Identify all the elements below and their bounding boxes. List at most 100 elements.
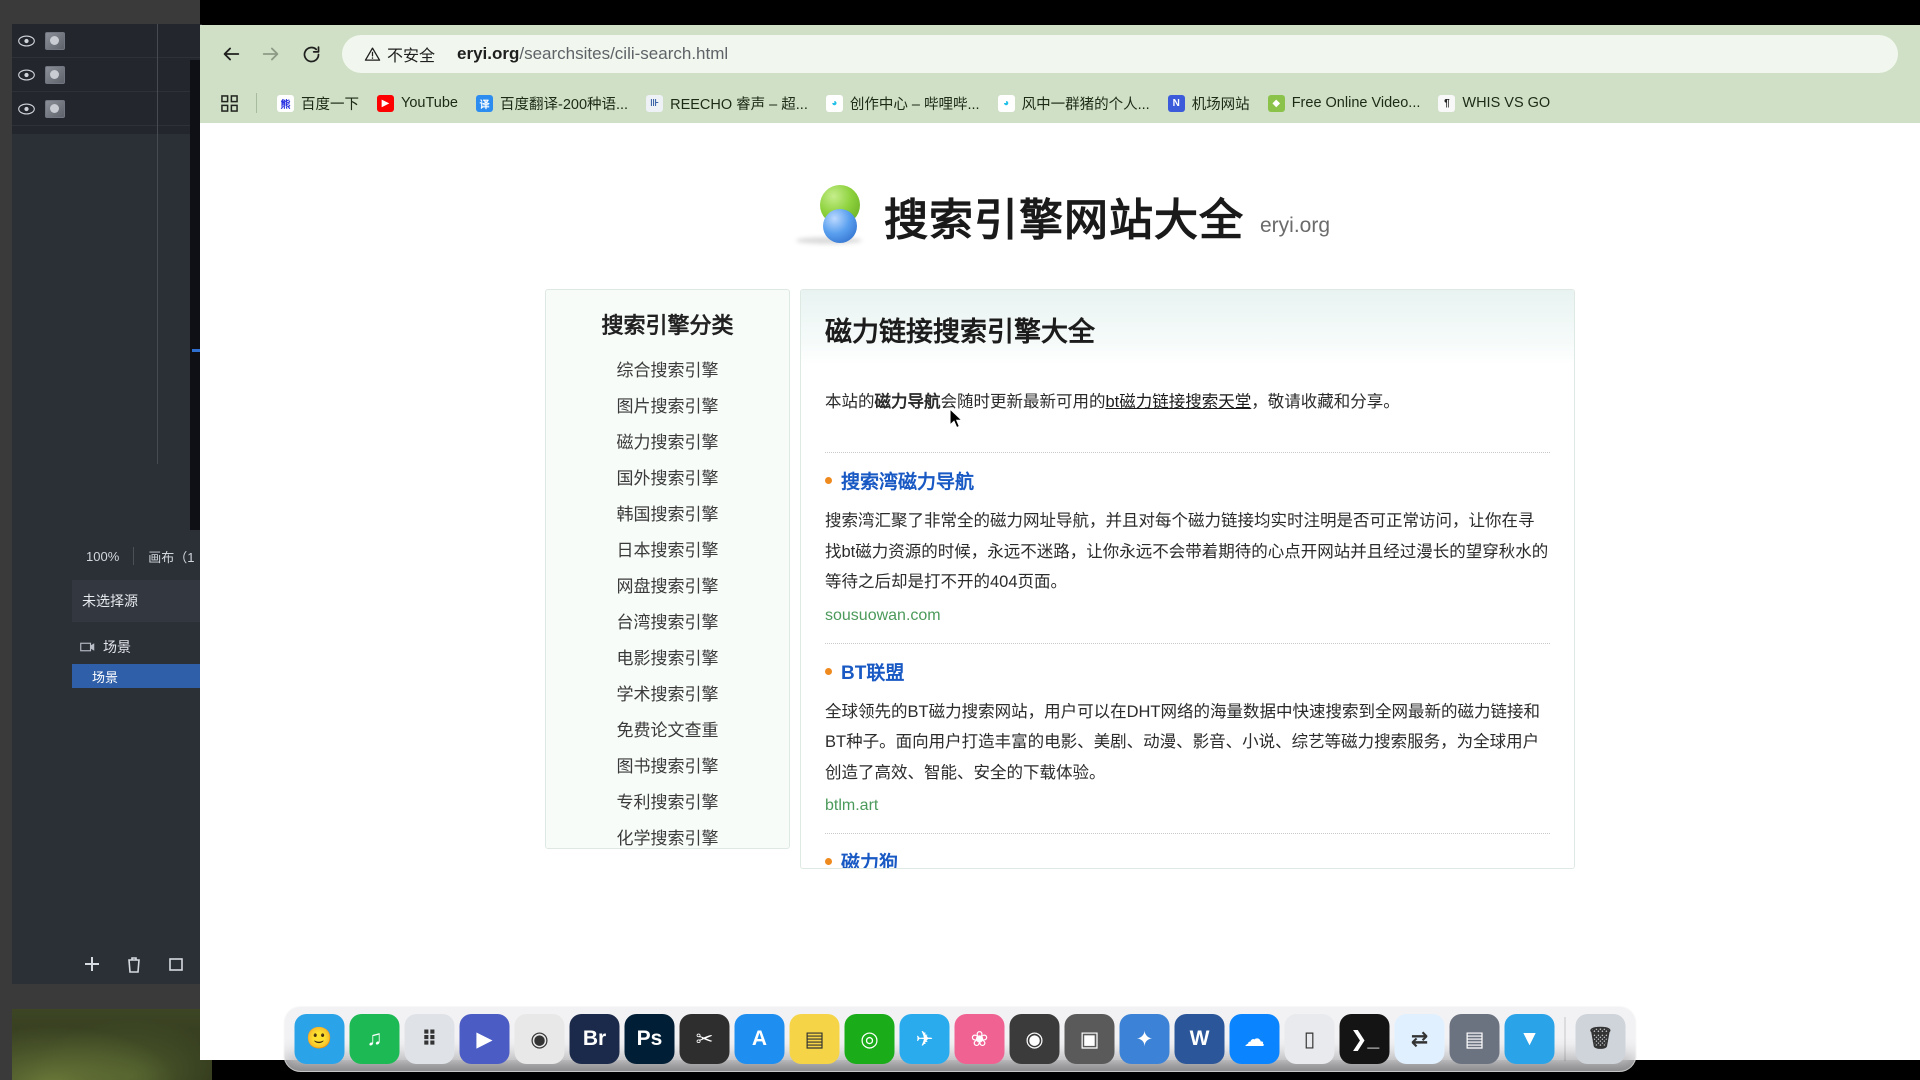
entry-domain-link[interactable]: sousuowan.com — [825, 607, 941, 625]
eye-icon[interactable] — [18, 102, 35, 115]
content-body: 本站的磁力导航会随时更新最新可用的bt磁力链接搜索天堂，敬请收藏和分享。 搜索湾… — [801, 365, 1574, 868]
obs-source-row[interactable] — [12, 92, 202, 126]
sidebar-item-2[interactable]: 图片搜索引擎 — [546, 386, 789, 422]
back-button[interactable] — [214, 37, 248, 71]
dock-icon-obs-studio[interactable]: ◉ — [1009, 1014, 1060, 1064]
intro-paragraph: 本站的磁力导航会随时更新最新可用的bt磁力链接搜索天堂，敬请收藏和分享。 — [825, 365, 1550, 434]
wallpaper-strip — [12, 1009, 212, 1080]
dock-icon-trash[interactable]: 🗑 — [1575, 1014, 1626, 1064]
intro-part2: 会随时更新最新可用的 — [940, 393, 1106, 411]
sidebar-item-1[interactable]: 综合搜索引擎 — [546, 350, 789, 386]
warning-triangle-icon — [364, 46, 381, 61]
entry-domain-link[interactable]: btlm.art — [825, 797, 878, 815]
bookmark-label: 风中一群猪的个人... — [1021, 96, 1150, 113]
dock-icon-screenshot[interactable]: ▤ — [1449, 1014, 1500, 1064]
bullet-icon — [825, 477, 832, 485]
obs-source-row[interactable] — [12, 24, 202, 58]
bookmark-label: Free Online Video... — [1291, 95, 1421, 111]
screen: 100% 画布（1 未选择源 场景 场景 不安全 eryi.org/search… — [0, 0, 1920, 1080]
dock-icon-camera[interactable]: ▣ — [1064, 1014, 1115, 1064]
bookmark-item[interactable]: ¶ WHIS VS GO — [1430, 89, 1558, 117]
sidebar-item-10[interactable]: 学术搜索引擎 — [546, 674, 789, 710]
obs-source-row[interactable] — [12, 58, 202, 92]
entry-list: 搜索湾磁力导航 搜索湾汇聚了非常全的磁力网址导航，并且对每个磁力链接均实时注明是否… — [825, 434, 1550, 868]
dock-icon-telegram[interactable]: ✈ — [899, 1014, 950, 1064]
eye-icon[interactable] — [18, 34, 35, 47]
eye-icon[interactable] — [18, 68, 35, 81]
bookmark-item[interactable]: 熊百度一下 — [269, 89, 367, 117]
sidebar-item-9[interactable]: 电影搜索引擎 — [546, 638, 789, 674]
dock-icon-terminal[interactable]: ❯_ — [1339, 1014, 1390, 1064]
bookmark-item[interactable]: 译百度翻译-200种语... — [468, 89, 636, 117]
dock-divider — [1564, 1017, 1566, 1061]
bookmark-item[interactable]: ◕ 创作中心 – 哔哩哔... — [818, 89, 988, 117]
dock-icon-notes[interactable]: ▤ — [789, 1014, 840, 1064]
dock-icon-word[interactable]: W — [1174, 1014, 1225, 1064]
address-bar[interactable]: 不安全 eryi.org/searchsites/cili-search.htm… — [342, 35, 1898, 73]
dock-icon-launchpad[interactable]: ⠿ — [404, 1014, 455, 1064]
dock-icon-photoshop[interactable]: Ps — [624, 1014, 675, 1064]
url-text[interactable]: eryi.org/searchsites/cili-search.html — [457, 44, 728, 64]
dock-icon-movist[interactable]: ▶ — [459, 1014, 510, 1064]
entry-divider — [825, 642, 1550, 644]
dock-icon-chrome[interactable]: ◉ — [514, 1014, 565, 1064]
sidebar-item-4[interactable]: 国外搜索引擎 — [546, 458, 789, 494]
dock-icon-downloads[interactable]: ▼ — [1504, 1014, 1555, 1064]
dock-icon-onedrive[interactable]: ☁ — [1229, 1014, 1280, 1064]
security-status-label: 不安全 — [387, 48, 436, 65]
forward-arrow-icon — [262, 47, 279, 61]
source-thumbnail[interactable] — [45, 65, 65, 84]
entry-title-link[interactable]: 搜索湾磁力导航 — [841, 467, 974, 494]
dock-icon-wechat[interactable]: ◎ — [844, 1014, 895, 1064]
sidebar-item-12[interactable]: 图书搜索引擎 — [546, 746, 789, 782]
dock-icon-scissors[interactable]: ✂ — [679, 1014, 730, 1064]
scenes-header-label: 场景 — [103, 639, 131, 655]
bookmark-item[interactable]: ◕ 风中一群猪的个人... — [990, 89, 1158, 117]
entry-title-link[interactable]: 磁力狗 — [841, 848, 898, 868]
dock-icon-preview[interactable]: ▯ — [1284, 1014, 1335, 1064]
sidebar-item-11[interactable]: 免费论文查重 — [546, 710, 789, 746]
dock-icon-bridge[interactable]: Br — [569, 1014, 620, 1064]
forward-button[interactable] — [254, 37, 288, 71]
dock-icon-app-store[interactable]: A — [734, 1014, 785, 1064]
zoom-level[interactable]: 100% — [72, 549, 133, 564]
add-scene-button[interactable] — [82, 954, 102, 974]
sidebar-item-8[interactable]: 台湾搜索引擎 — [546, 602, 789, 638]
bilibili-icon: ◕ — [997, 94, 1015, 112]
bookmark-label: 百度一下 — [301, 96, 359, 113]
page-title: 磁力链接搜索引擎大全 — [825, 317, 1095, 347]
bookmark-item[interactable]: ▶ YouTube — [369, 89, 466, 117]
bookmark-item[interactable]: N 机场网站 — [1160, 89, 1258, 117]
scene-properties-button[interactable] — [166, 954, 186, 974]
site-logo[interactable] — [790, 185, 868, 244]
sidebar-item-5[interactable]: 韩国搜索引擎 — [546, 494, 789, 530]
sidebar-item-3[interactable]: 磁力搜索引擎 — [546, 422, 789, 458]
entry-title-row: 磁力狗 — [825, 848, 1550, 868]
intro-link[interactable]: bt磁力链接搜索天堂 — [1106, 393, 1252, 411]
sidebar-item-13[interactable]: 专利搜索引擎 — [546, 782, 789, 818]
entry-divider — [825, 833, 1550, 835]
dock-icon-finder[interactable]: 🙂 — [294, 1014, 345, 1064]
apps-grid-icon — [220, 94, 238, 112]
delete-scene-button[interactable] — [124, 954, 144, 974]
sidebar-item-14[interactable]: 化学搜索引擎 — [546, 818, 789, 854]
intro-bold: 磁力导航 — [874, 393, 941, 411]
dock-icon-snipaste[interactable]: ✦ — [1119, 1014, 1170, 1064]
obs-sources-list — [12, 24, 202, 134]
security-status-chip[interactable]: 不安全 — [358, 38, 445, 70]
sidebar-item-7[interactable]: 网盘搜索引擎 — [546, 566, 789, 602]
bilibili-icon: ◕ — [825, 94, 843, 112]
bookmark-item[interactable]: ◆ Free Online Video... — [1260, 89, 1429, 117]
source-thumbnail[interactable] — [45, 99, 65, 118]
source-thumbnail[interactable] — [45, 31, 65, 50]
dock-icon-spotify[interactable]: ♫ — [349, 1014, 400, 1064]
entry-title-row: 搜索湾磁力导航 — [825, 467, 1550, 494]
entry-title-link[interactable]: BT联盟 — [841, 658, 904, 685]
bookmark-item[interactable]: ⊪ REECHO 睿声 – 超... — [638, 89, 816, 117]
logo-ball-blue — [822, 209, 857, 243]
apps-shortcut-button[interactable] — [214, 89, 244, 117]
dock-icon-sharing[interactable]: ⇄ — [1394, 1014, 1445, 1064]
reload-button[interactable] — [294, 37, 328, 71]
dock-icon-colors[interactable]: ❀ — [954, 1014, 1005, 1064]
sidebar-item-6[interactable]: 日本搜索引擎 — [546, 530, 789, 566]
